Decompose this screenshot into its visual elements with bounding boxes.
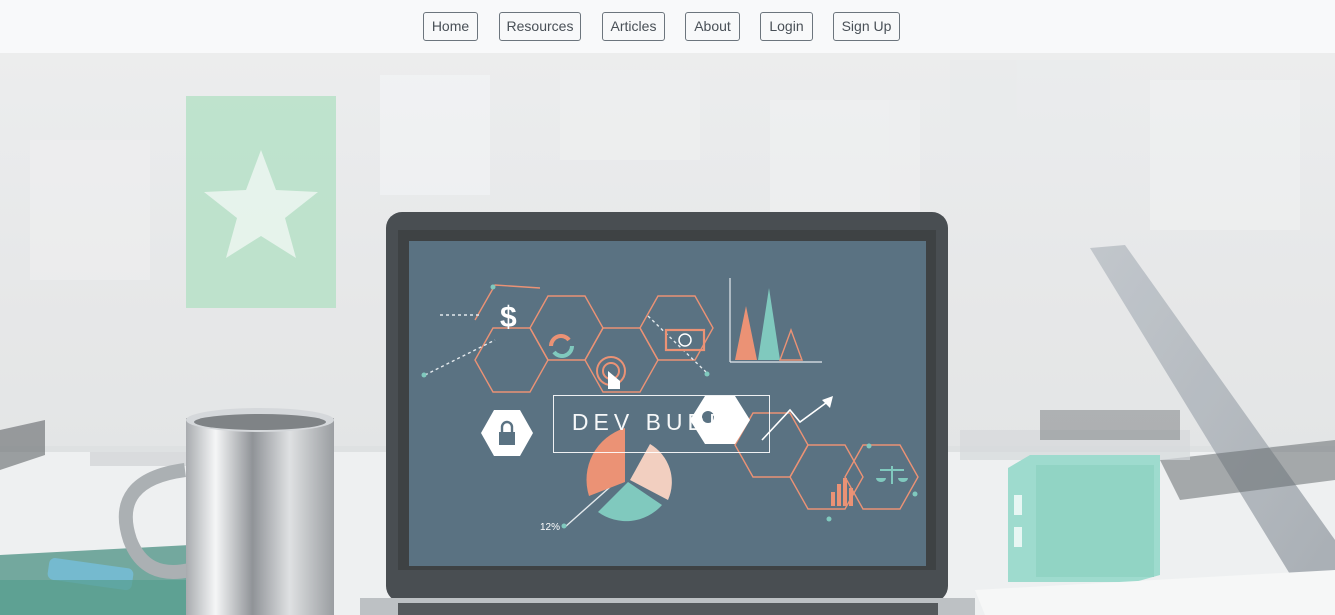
navbar: Home Resources Articles About Login Sign… xyxy=(0,0,1335,53)
brand-title: DEV BUDDY xyxy=(571,409,752,435)
nav-resources-button[interactable]: Resources xyxy=(499,12,581,41)
hero-overlay xyxy=(0,53,1335,615)
nav-articles-button[interactable]: Articles xyxy=(602,12,665,41)
nav-home-button[interactable]: Home xyxy=(423,12,478,41)
nav-login-button[interactable]: Login xyxy=(760,12,813,41)
nav-about-button[interactable]: About xyxy=(685,12,740,41)
hero-background-image: $ 12% xyxy=(0,53,1335,615)
nav-signup-button[interactable]: Sign Up xyxy=(833,12,900,41)
hero-banner: $ 12% DEV BUDDY xyxy=(0,53,1335,615)
